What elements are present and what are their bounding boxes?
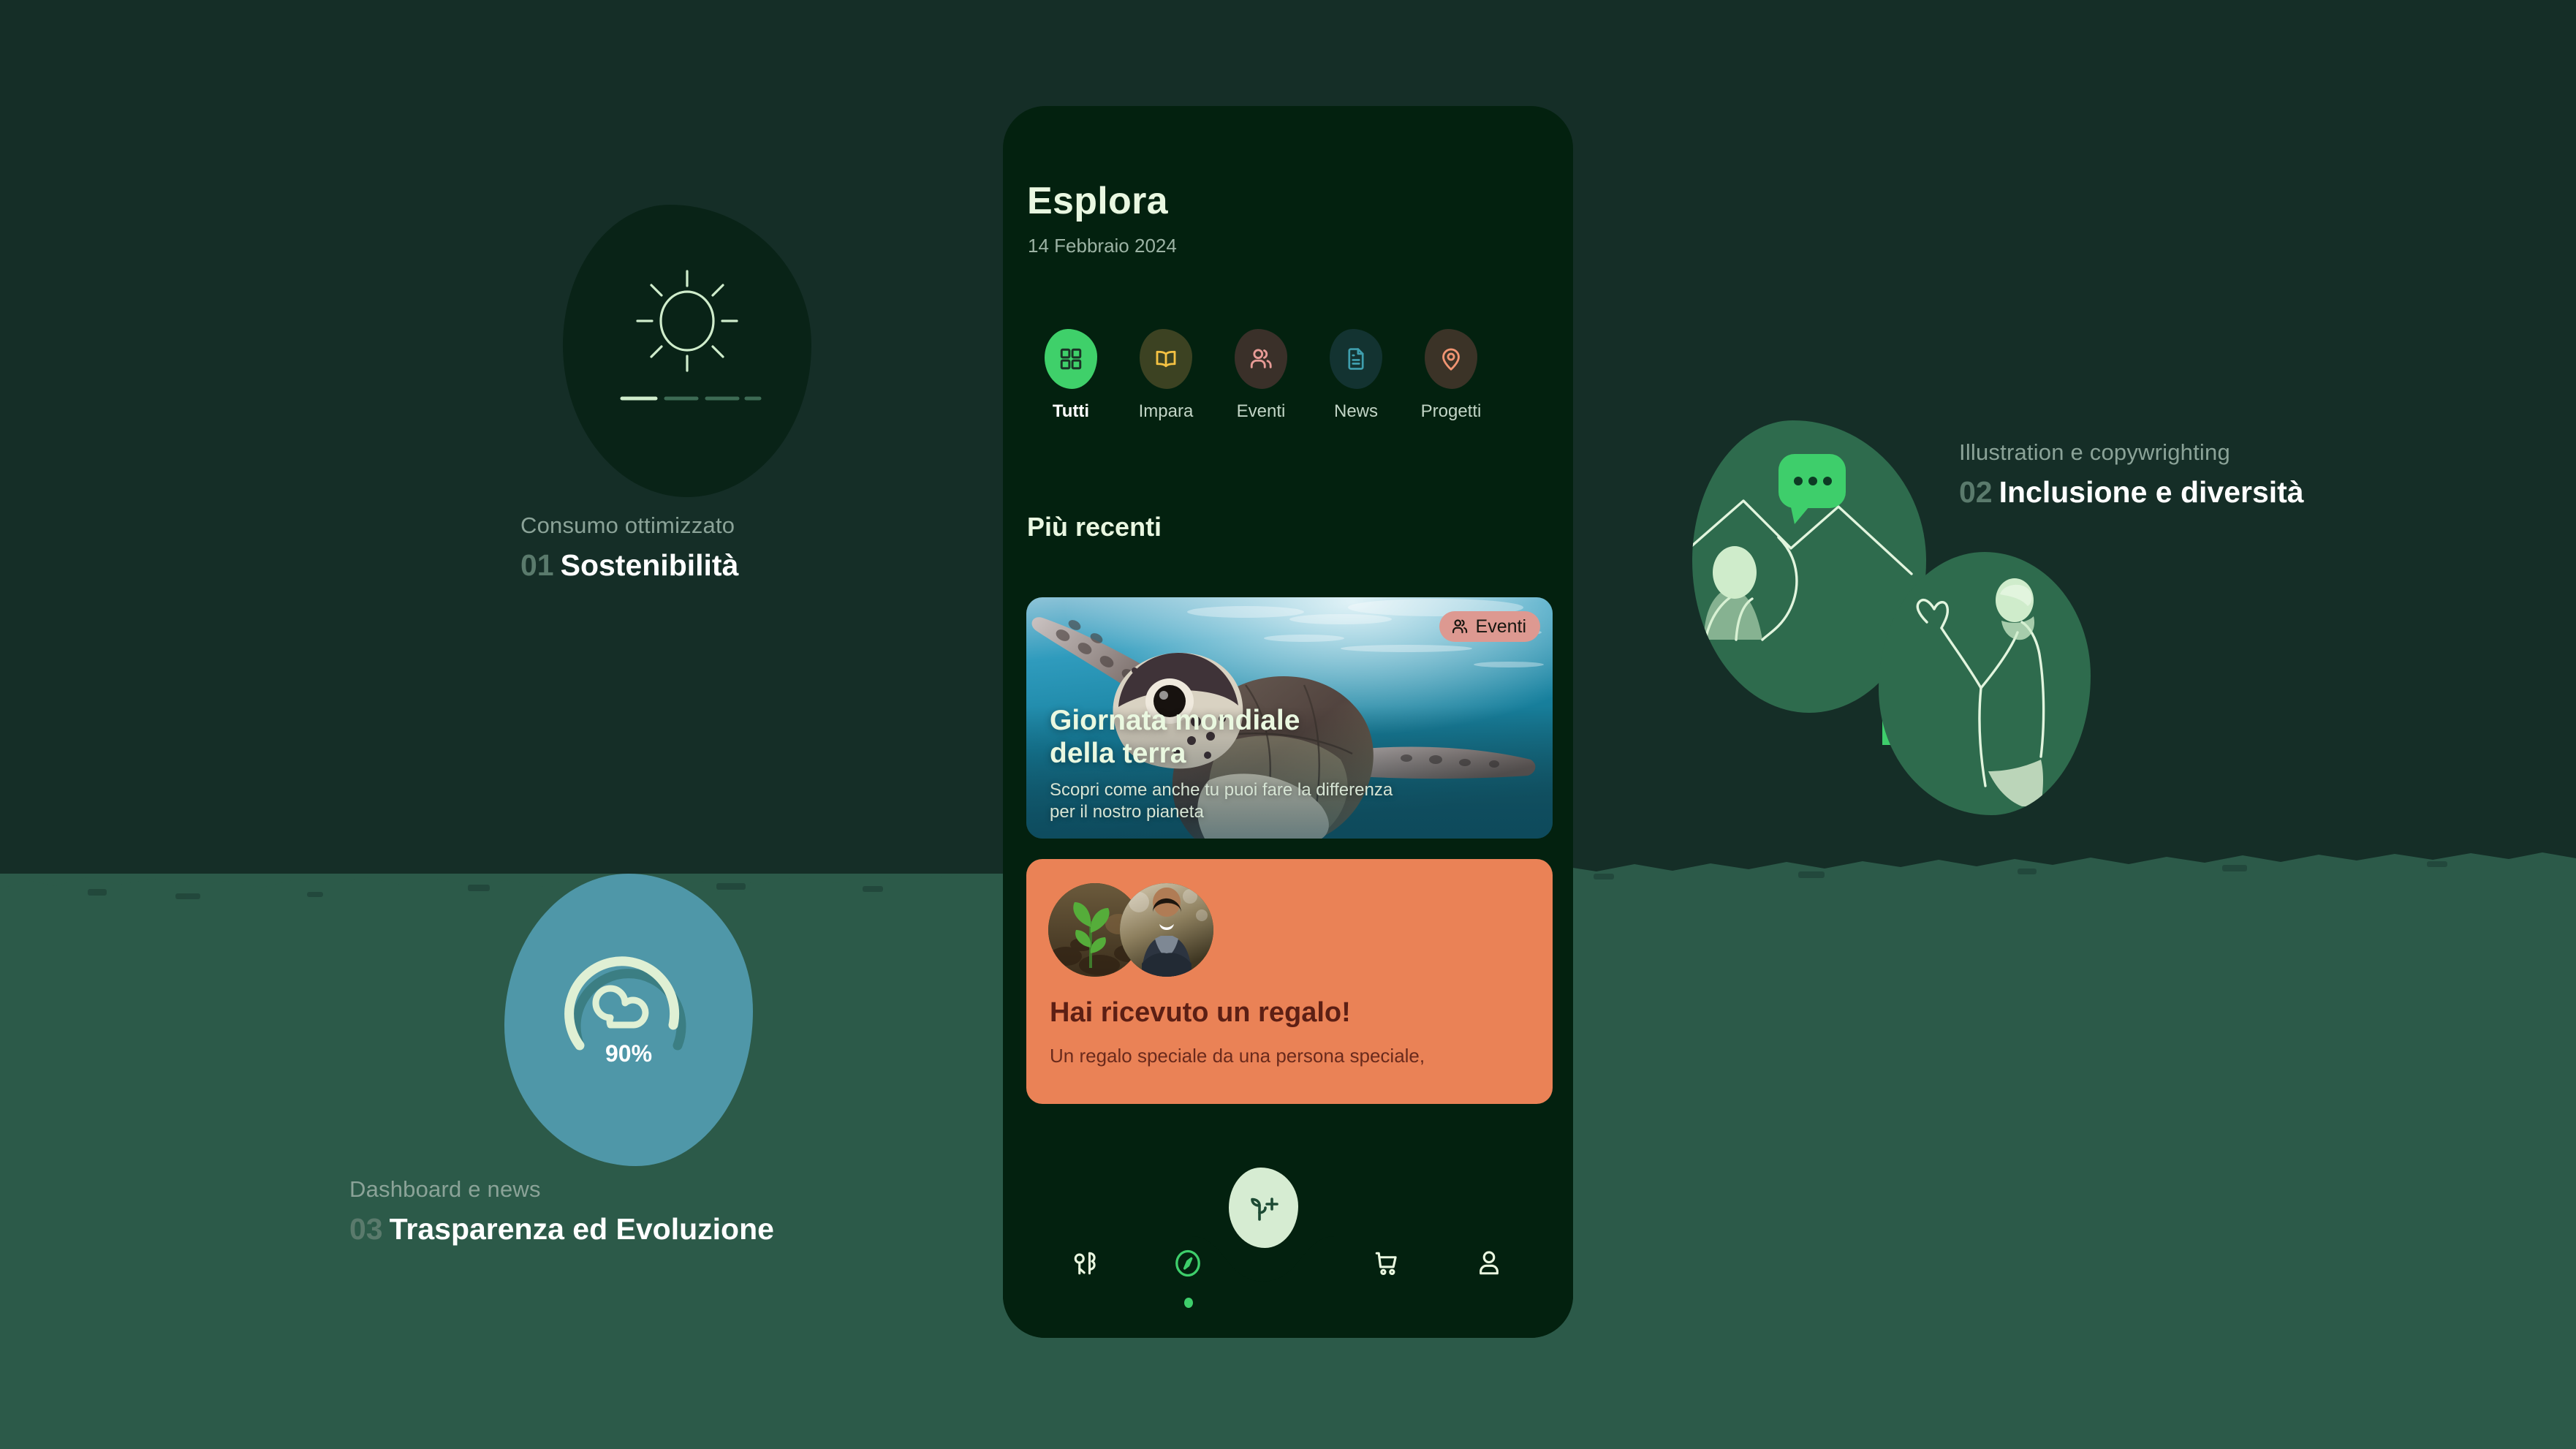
card-title-line1: Giornata mondiale — [1050, 704, 1300, 736]
annotation-subtitle: Illustration e copywrighting — [1959, 439, 2230, 465]
chip-impara-button[interactable] — [1140, 329, 1192, 389]
chip-tutti-button[interactable] — [1045, 329, 1097, 389]
chip-eventi-label: Eventi — [1236, 401, 1286, 421]
chip-eventi-button[interactable] — [1235, 329, 1287, 389]
chip-progetti-button[interactable] — [1425, 329, 1477, 389]
chip-news-button[interactable] — [1330, 329, 1382, 389]
section-title-recent: Più recenti — [1027, 512, 1162, 542]
add-plant-fab[interactable] — [1229, 1168, 1298, 1248]
nav-active-indicator — [1184, 1298, 1193, 1308]
plant-plus-icon — [1250, 1198, 1278, 1221]
card-badge-label: Eventi — [1475, 616, 1526, 637]
location-icon — [1442, 348, 1460, 371]
card-subtitle-line2: per il nostro pianeta — [1050, 802, 1204, 822]
person-pointing-illustration — [1916, 578, 2045, 806]
chip-news-label: News — [1333, 401, 1378, 421]
card-badge-eventi: Eventi — [1439, 611, 1540, 642]
chip-tutti-label: Tutti — [1052, 401, 1090, 421]
annotation-name: Trasparenza ed Evoluzione — [389, 1212, 774, 1246]
chip-tutti[interactable]: Tutti — [1023, 329, 1118, 422]
page-title: Esplora — [1027, 180, 1168, 222]
phone-mockup: Esplora 14 Febbraio 2024 Tutti Impara Ev… — [1003, 106, 1573, 1338]
grid-icon — [1060, 348, 1082, 370]
compass-icon — [1175, 1249, 1200, 1277]
annotation-name: Inclusione e diversità — [1999, 475, 2304, 510]
annotation-subtitle: Consumo ottimizzato — [520, 512, 735, 538]
people-icon — [1250, 349, 1272, 368]
annotation-number: 03 — [349, 1212, 383, 1246]
annotation-inclusione: Illustration e copywrighting 02 Inclusion… — [1959, 439, 2304, 510]
card-title-line2: della terra — [1050, 738, 1186, 770]
annotation-number: 02 — [1959, 475, 1993, 510]
illustration-inclusione-b — [1879, 552, 2091, 815]
annotation-number: 01 — [520, 548, 554, 583]
annotation-title: 03 Trasparenza ed Evoluzione — [349, 1212, 774, 1246]
avatar-person — [1120, 883, 1213, 977]
document-icon — [1348, 348, 1364, 370]
chip-progetti-label: Progetti — [1420, 401, 1482, 421]
card-subtitle-line1: Scopri come anche tu puoi fare la differ… — [1050, 780, 1393, 800]
annotation-sostenibilita: Consumo ottimizzato 01 Sostenibilità — [520, 512, 738, 583]
card-subtitle: Un regalo speciale da una persona specia… — [1050, 1045, 1425, 1067]
cart-icon — [1375, 1252, 1397, 1276]
app-screen: Esplora 14 Febbraio 2024 Tutti Impara Ev… — [1003, 106, 1573, 1338]
annotation-subtitle: Dashboard e news — [349, 1176, 541, 1202]
book-icon — [1156, 350, 1176, 368]
smiling-man-photo — [1120, 883, 1213, 977]
annotation-trasparenza: Dashboard e news 03 Trasparenza ed Evoluz… — [349, 1176, 774, 1246]
card-title: Hai ricevuto un regalo! — [1050, 997, 1351, 1028]
chip-impara-label: Impara — [1138, 401, 1194, 421]
chip-eventi[interactable]: Eventi — [1213, 329, 1308, 422]
card-title: Giornata mondiale della terra — [1050, 704, 1300, 771]
gauge-value: 90% — [605, 1040, 652, 1067]
chip-news[interactable]: News — [1308, 329, 1403, 422]
nav-item-ambiente[interactable] — [1060, 1241, 1111, 1285]
annotation-title: 02 Inclusione e diversità — [1959, 475, 2304, 510]
card-hai-ricevuto-un-regalo[interactable]: Hai ricevuto un regalo! Un regalo specia… — [1026, 859, 1553, 1104]
card-giornata-mondiale[interactable]: Eventi Giornata mondiale della terra Sco… — [1026, 597, 1553, 839]
card-subtitle: Scopri come anche tu puoi fare la differ… — [1050, 779, 1393, 823]
annotation-title: 01 Sostenibilità — [520, 548, 738, 583]
current-date: 14 Febbraio 2024 — [1028, 235, 1177, 257]
nav-item-profilo[interactable] — [1463, 1241, 1515, 1285]
trees-icon — [1074, 1252, 1096, 1275]
category-filter-row: Tutti Impara Eventi News Progetti — [1023, 329, 1554, 422]
illustration-trasparenza: 90% — [504, 874, 753, 1166]
sun-icon — [620, 270, 762, 401]
chip-impara[interactable]: Impara — [1118, 329, 1213, 422]
nav-item-carrello[interactable] — [1361, 1241, 1412, 1285]
bottom-navigation — [1003, 1168, 1573, 1338]
people-icon — [1452, 619, 1467, 634]
chip-progetti[interactable]: Progetti — [1403, 329, 1499, 422]
person-icon — [1480, 1251, 1499, 1275]
cloud-gauge-icon: 90% — [564, 956, 686, 1067]
nav-item-esplora[interactable] — [1162, 1241, 1213, 1285]
annotation-name: Sostenibilità — [560, 548, 739, 583]
